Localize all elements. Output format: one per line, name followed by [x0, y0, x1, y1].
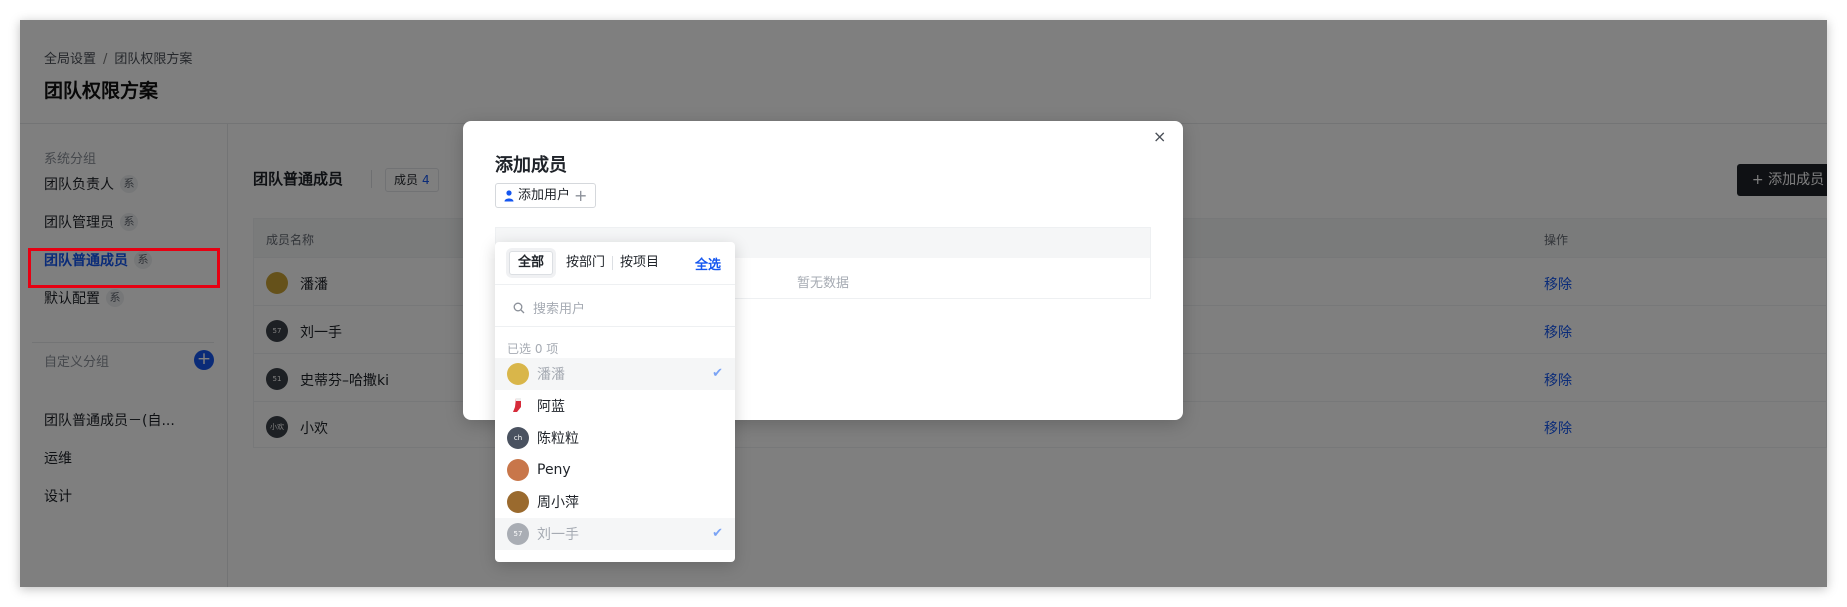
picker-tabs: 全部 按部门 按项目 全选 — [509, 250, 721, 276]
check-icon: ✔ — [712, 366, 723, 381]
user-name: 刘一手 — [537, 527, 579, 543]
user-option[interactable]: 潘潘 ✔ — [495, 358, 735, 390]
user-name: 阿蓝 — [537, 399, 565, 415]
divider — [495, 284, 735, 285]
select-all-button[interactable]: 全选 — [695, 254, 721, 273]
close-icon[interactable]: × — [1153, 127, 1166, 146]
user-name: 周小萍 — [537, 495, 579, 511]
search-input[interactable]: 搜索用户 — [513, 298, 585, 317]
selected-count: 已选 0 项 — [507, 342, 559, 356]
plus-icon: + — [574, 186, 588, 205]
tab-all[interactable]: 全部 — [509, 251, 554, 275]
app-window: 全局设置/团队权限方案 团队权限方案 系统分组 团队负责人 系 团队管理员 系 … — [20, 20, 1827, 587]
user-option[interactable]: 周小萍 — [495, 486, 735, 518]
add-user-label: 添加用户 — [518, 188, 571, 203]
tab-by-project[interactable]: 按项目 — [613, 256, 666, 270]
search-icon — [513, 302, 525, 313]
user-picker-dropdown: 全部 按部门 按项目 全选 搜索用户 已选 0 项 潘潘 ✔ 阿蓝 ch 陈粒粒… — [495, 242, 735, 562]
sock-icon — [513, 398, 521, 412]
avatar — [507, 459, 529, 481]
avatar: ch — [507, 427, 529, 449]
divider — [495, 326, 735, 327]
user-name: 陈粒粒 — [537, 431, 579, 447]
user-option[interactable]: 阿蓝 — [495, 390, 735, 422]
avatar — [507, 363, 529, 385]
user-option[interactable]: ch 陈粒粒 — [495, 422, 735, 454]
user-name: 潘潘 — [537, 367, 565, 383]
avatar — [507, 395, 529, 417]
user-icon — [504, 189, 514, 201]
add-user-button[interactable]: 添加用户 + — [495, 183, 597, 208]
modal-title: 添加成员 — [495, 155, 567, 176]
user-name: Peny — [537, 462, 571, 478]
check-icon: ✔ — [712, 526, 723, 541]
user-option[interactable]: Peny — [495, 454, 735, 486]
tab-by-department[interactable]: 按部门 — [559, 256, 614, 270]
user-option[interactable]: 57 刘一手 ✔ — [495, 518, 735, 550]
avatar: 57 — [507, 523, 529, 545]
avatar — [507, 491, 529, 513]
highlight-box — [28, 248, 220, 288]
search-placeholder: 搜索用户 — [533, 302, 586, 317]
